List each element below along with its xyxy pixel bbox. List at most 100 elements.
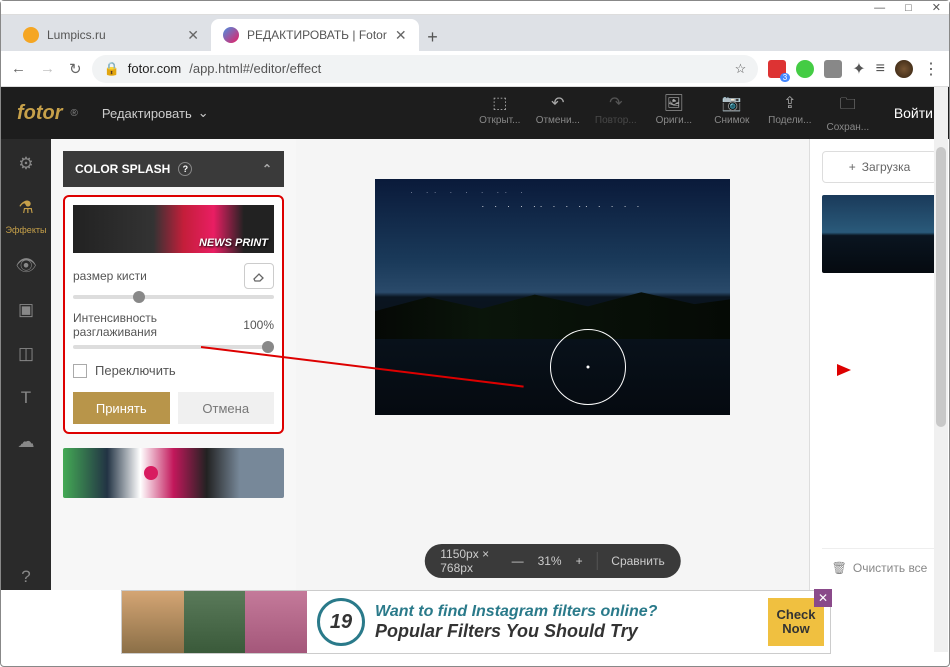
canvas-image[interactable] — [375, 179, 730, 415]
open-button[interactable]: ⬚Открыт... — [474, 93, 526, 133]
snapshot-button[interactable]: 📷Снимок — [706, 93, 758, 133]
dimensions-label: 1150px × 768px — [440, 547, 497, 575]
eraser-icon — [251, 269, 267, 283]
settings-icon[interactable]: ≡ — [876, 60, 885, 78]
tab-label: Lumpics.ru — [47, 28, 106, 42]
zoom-bar: 1150px × 768px — 31% + Сравнить — [424, 544, 681, 578]
zoom-out-button[interactable]: — — [512, 554, 524, 568]
address-bar: ← → ↻ 🔒 fotor.com/app.html#/editor/effec… — [1, 51, 949, 87]
window-maximize[interactable]: □ — [905, 2, 912, 14]
ad-banner[interactable]: 19 Want to find Instagram filters online… — [121, 590, 831, 654]
app-topbar: fotor ® Редактировать ⌄ ⬚Открыт... ↶Отме… — [1, 87, 949, 139]
back-icon[interactable]: ← — [11, 60, 26, 78]
brush-cursor — [550, 329, 626, 405]
scrollbar-thumb[interactable] — [936, 147, 946, 427]
sidebar-help[interactable]: ? — [13, 564, 39, 590]
login-button[interactable]: Войти — [894, 105, 933, 121]
annotation-arrow — [201, 346, 526, 348]
sidebar-label: Эффекты — [6, 225, 47, 235]
clear-all-button[interactable]: 🗑 Очистить все — [822, 548, 937, 578]
smooth-label: Интенсивность разглаживания — [73, 311, 243, 339]
sidebar-frames[interactable]: ▣ — [13, 297, 39, 323]
sidebar-effects[interactable]: ⚗ — [13, 195, 39, 221]
preview-label: NEWS PRINT — [199, 237, 268, 249]
eraser-button[interactable] — [244, 263, 274, 289]
toggle-row[interactable]: Переключить — [73, 363, 274, 378]
undo-button[interactable]: ↶Отмени... — [532, 93, 584, 133]
logo[interactable]: fotor — [17, 102, 63, 125]
scrollbar[interactable] — [934, 87, 948, 652]
tab-fotor[interactable]: РЕДАКТИРОВАТЬ | Fotor ✕ — [211, 19, 419, 51]
edit-dropdown[interactable]: Редактировать ⌄ — [102, 105, 209, 121]
panel-header[interactable]: COLOR SPLASH ? ⌃ — [63, 151, 284, 187]
brush-size-slider[interactable] — [73, 295, 274, 299]
effect-preview[interactable]: NEWS PRINT — [73, 205, 274, 253]
url-domain: fotor.com — [128, 61, 181, 76]
tab-lumpics[interactable]: Lumpics.ru ✕ — [11, 19, 211, 51]
tab-close-icon[interactable]: ✕ — [187, 27, 199, 44]
extension-icon[interactable]: 3 — [768, 60, 786, 78]
camera-icon: 📷 — [722, 93, 742, 113]
help-icon[interactable]: ? — [178, 162, 192, 176]
clear-label: Очистить все — [853, 561, 927, 575]
sidebar-beauty[interactable]: 👁 — [13, 253, 39, 279]
plus-icon: + — [849, 160, 856, 174]
ad-close-button[interactable]: ✕ — [814, 589, 832, 607]
zoom-in-button[interactable]: + — [576, 554, 583, 568]
accept-button[interactable]: Принять — [73, 392, 170, 424]
separator — [597, 552, 598, 570]
zoom-pct: 31% — [538, 554, 562, 568]
favicon-icon — [223, 27, 239, 43]
ad-images — [122, 591, 307, 653]
open-icon: ⬚ — [492, 93, 507, 113]
sidebar-text[interactable]: T — [13, 385, 39, 411]
brush-size-label: размер кисти — [73, 269, 147, 283]
chevron-up-icon[interactable]: ⌃ — [262, 162, 272, 176]
toggle-label: Переключить — [95, 363, 176, 378]
window-minimize[interactable]: — — [874, 2, 885, 14]
panel-title: COLOR SPLASH — [75, 162, 170, 176]
save-icon: 🗀 — [840, 93, 856, 120]
logo-reg: ® — [71, 108, 78, 119]
upload-button[interactable]: + Загрузка — [822, 151, 937, 183]
chevron-down-icon: ⌄ — [198, 105, 209, 121]
puzzle-icon[interactable]: ✦ — [852, 59, 865, 79]
star-icon[interactable]: ☆ — [735, 61, 747, 77]
edit-label: Редактировать — [102, 106, 192, 121]
sidebar-stickers[interactable]: ◫ — [13, 341, 39, 367]
browser-tabs: Lumpics.ru ✕ РЕДАКТИРОВАТЬ | Fotor ✕ + — [1, 15, 949, 51]
canvas-area: 1150px × 768px — 31% + Сравнить — [296, 139, 809, 590]
extension-icon[interactable] — [796, 60, 814, 78]
ad-text: Want to find Instagram filters online? P… — [375, 602, 768, 643]
effects-panel: COLOR SPLASH ? ⌃ NEWS PRINT размер кисти… — [51, 139, 296, 590]
forward-icon: → — [40, 60, 55, 78]
lock-icon: 🔒 — [104, 61, 120, 77]
image-thumbnail[interactable] — [822, 195, 938, 273]
window-close[interactable]: ✕ — [932, 1, 941, 14]
original-button[interactable]: 🖼Ориги... — [648, 93, 700, 133]
sidebar-cloud[interactable]: ☁ — [13, 429, 39, 455]
url-input[interactable]: 🔒 fotor.com/app.html#/editor/effect ☆ — [92, 55, 759, 83]
extension-icon[interactable] — [824, 60, 842, 78]
smooth-value: 100% — [243, 318, 274, 332]
effect-thumbnail[interactable] — [63, 448, 284, 498]
menu-icon[interactable]: ⋮ — [923, 59, 939, 79]
upload-label: Загрузка — [862, 160, 911, 174]
share-icon: ⇪ — [783, 93, 796, 113]
image-icon: 🖼 — [664, 93, 684, 113]
sidebar-adjust[interactable]: ⚙ — [13, 151, 39, 177]
decoration — [375, 179, 730, 292]
cancel-button[interactable]: Отмена — [178, 392, 275, 424]
avatar[interactable] — [895, 60, 913, 78]
share-button[interactable]: ⇪Подели... — [764, 93, 816, 133]
compare-button[interactable]: Сравнить — [611, 554, 664, 568]
save-button[interactable]: 🗀Сохран... — [822, 93, 874, 133]
undo-icon: ↶ — [551, 93, 564, 113]
reload-icon[interactable]: ↻ — [69, 60, 82, 78]
new-tab-button[interactable]: + — [419, 23, 447, 51]
tab-label: РЕДАКТИРОВАТЬ | Fotor — [247, 28, 387, 42]
checkbox[interactable] — [73, 364, 87, 378]
tab-close-icon[interactable]: ✕ — [395, 27, 407, 44]
favicon-icon — [23, 27, 39, 43]
redo-button: ↷Повтор... — [590, 93, 642, 133]
